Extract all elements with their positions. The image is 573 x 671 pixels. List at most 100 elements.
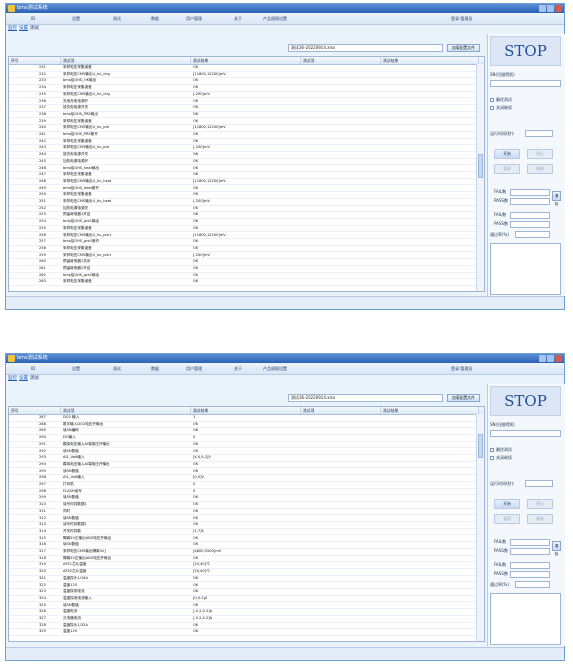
- menu-item-about[interactable]: 关于: [234, 13, 242, 24]
- config-file-field[interactable]: 测试36-20220914.xlsx: [288, 44, 443, 52]
- stop-button[interactable]: 停止: [527, 499, 553, 509]
- row-number: 248: [39, 178, 46, 183]
- test-result: OK: [193, 542, 199, 547]
- menu-item-test[interactable]: 测试: [113, 13, 121, 24]
- menu-item-id[interactable]: ID: [31, 363, 35, 374]
- test-result: OK: [193, 535, 199, 540]
- row-number: 233: [39, 78, 46, 83]
- row-number: 310: [39, 502, 46, 507]
- column-header: 序号: [9, 57, 61, 64]
- sn-input[interactable]: [490, 430, 561, 437]
- tab-test[interactable]: 测试: [30, 25, 39, 33]
- menu-item-users[interactable]: 用户管理: [186, 13, 202, 24]
- table-scrollbar[interactable]: [476, 414, 484, 641]
- tab-test[interactable]: 测试: [30, 375, 39, 383]
- close-icon[interactable]: [555, 355, 562, 362]
- minimize-icon[interactable]: [539, 5, 546, 12]
- row-number: 262: [39, 272, 46, 277]
- test-result: OK: [193, 622, 199, 627]
- close-continue-checkbox[interactable]: [490, 456, 494, 460]
- scrollbar-thumb[interactable]: [478, 434, 483, 458]
- load-config-button[interactable]: 加载配置文件: [447, 44, 480, 52]
- menu-item-product-spec[interactable]: 产品规格设置: [263, 363, 287, 374]
- pause-button[interactable]: 暂停: [494, 514, 520, 524]
- test-item: 模拟电压输入AI端电压开输出: [63, 461, 110, 466]
- runtime-field: [525, 130, 553, 137]
- table-scrollbar[interactable]: [476, 64, 484, 291]
- minimize-icon[interactable]: [539, 355, 546, 362]
- menu-item-data[interactable]: 数据: [151, 363, 159, 374]
- test-item: bms给GHS_PRE断开: [63, 132, 98, 136]
- test-result: [1,7]S: [193, 528, 204, 533]
- config-file-field[interactable]: 测试36-20220914.xlsx: [288, 394, 443, 402]
- window-title: bms测试系统: [17, 355, 48, 361]
- row-number: 239: [39, 118, 46, 123]
- maximize-icon[interactable]: [547, 5, 554, 12]
- test-result: OK: [193, 85, 199, 90]
- tab-monitor[interactable]: 监控: [8, 25, 17, 33]
- maximize-icon[interactable]: [547, 355, 554, 362]
- clear-button[interactable]: 清除: [552, 541, 561, 556]
- test-item: AFE1芯片温度: [63, 562, 87, 567]
- pass-rate-label: PASS数: [494, 571, 508, 576]
- test-item: 读写时钟数据1: [63, 522, 87, 527]
- tab-settings[interactable]: 设置: [19, 25, 28, 33]
- test-result: OK: [193, 78, 199, 83]
- menu-item-users[interactable]: 用户管理: [186, 363, 202, 374]
- menu-item-settings[interactable]: 设置: [72, 363, 80, 374]
- stop-indicator: STOP: [490, 386, 561, 416]
- tab-settings[interactable]: 设置: [19, 375, 28, 383]
- test-item: 读SN数值: [63, 542, 79, 547]
- row-number: 289: [39, 428, 46, 433]
- stop-button[interactable]: 停止: [527, 149, 553, 159]
- pause-button[interactable]: 暂停: [494, 164, 520, 174]
- test-result: [-200]mV: [193, 91, 210, 96]
- tab-monitor[interactable]: 监控: [8, 375, 17, 383]
- menu-item-product-spec[interactable]: 产品规格设置: [263, 13, 287, 24]
- table-row[interactable]: 329 温度125 OK: [9, 628, 477, 636]
- test-item: 温度125: [63, 629, 78, 634]
- menu-item-about[interactable]: 关于: [234, 363, 242, 374]
- fail-rate-label: FAIL数: [494, 212, 507, 217]
- test-result: OK: [193, 158, 199, 163]
- optimal-test-checkbox[interactable]: [490, 98, 494, 102]
- test-item: bms给GHS_OK输出: [63, 78, 97, 83]
- scrollbar-thumb[interactable]: [478, 154, 483, 178]
- table-row[interactable]: 263 采样电压采集误差 OK: [9, 278, 477, 286]
- menu-item-data[interactable]: 数据: [151, 13, 159, 24]
- test-result: OK: [193, 111, 199, 116]
- row-number: 326: [39, 609, 46, 614]
- clear-button[interactable]: 清除: [552, 191, 561, 206]
- menu-item-settings[interactable]: 设置: [72, 13, 80, 24]
- test-item: 读SN数值: [63, 515, 79, 520]
- row-number: 243: [39, 145, 46, 150]
- sn-input[interactable]: [490, 80, 561, 87]
- test-item: 预留继电器2开启: [63, 266, 91, 270]
- pass-count-field: [510, 198, 550, 205]
- test-result: OK: [193, 165, 199, 170]
- optimal-test-checkbox[interactable]: [490, 448, 494, 452]
- runtime-field: [525, 480, 553, 487]
- row-number: 259: [39, 252, 46, 257]
- test-result: OK: [193, 421, 199, 426]
- column-header: 测试结果: [381, 407, 479, 414]
- continue-button[interactable]: 继续: [527, 514, 553, 524]
- test-result: OK: [193, 502, 199, 507]
- row-number: 247: [39, 172, 46, 177]
- test-result: OK: [193, 468, 199, 473]
- start-button[interactable]: 开始: [494, 499, 520, 509]
- row-number: 257: [39, 239, 46, 244]
- close-continue-checkbox[interactable]: [490, 106, 494, 110]
- load-config-button[interactable]: 加载配置文件: [447, 394, 480, 402]
- test-item: 采样电压采集误差: [63, 138, 92, 143]
- menu-item-test[interactable]: 测试: [113, 363, 121, 374]
- close-icon[interactable]: [555, 5, 562, 12]
- test-result: OK: [193, 266, 199, 270]
- continue-button[interactable]: 继续: [527, 164, 553, 174]
- start-button[interactable]: 开始: [494, 149, 520, 159]
- row-number: 318: [39, 555, 46, 560]
- table-body: 287 DO2 输入 1 288 数字输入DO2电压开输出 OK 289 读SN编码 OK 290…: [9, 414, 477, 641]
- stop-indicator: STOP: [490, 36, 561, 66]
- menu-item-id[interactable]: ID: [31, 13, 35, 24]
- test-item: 读SN数值: [63, 495, 79, 500]
